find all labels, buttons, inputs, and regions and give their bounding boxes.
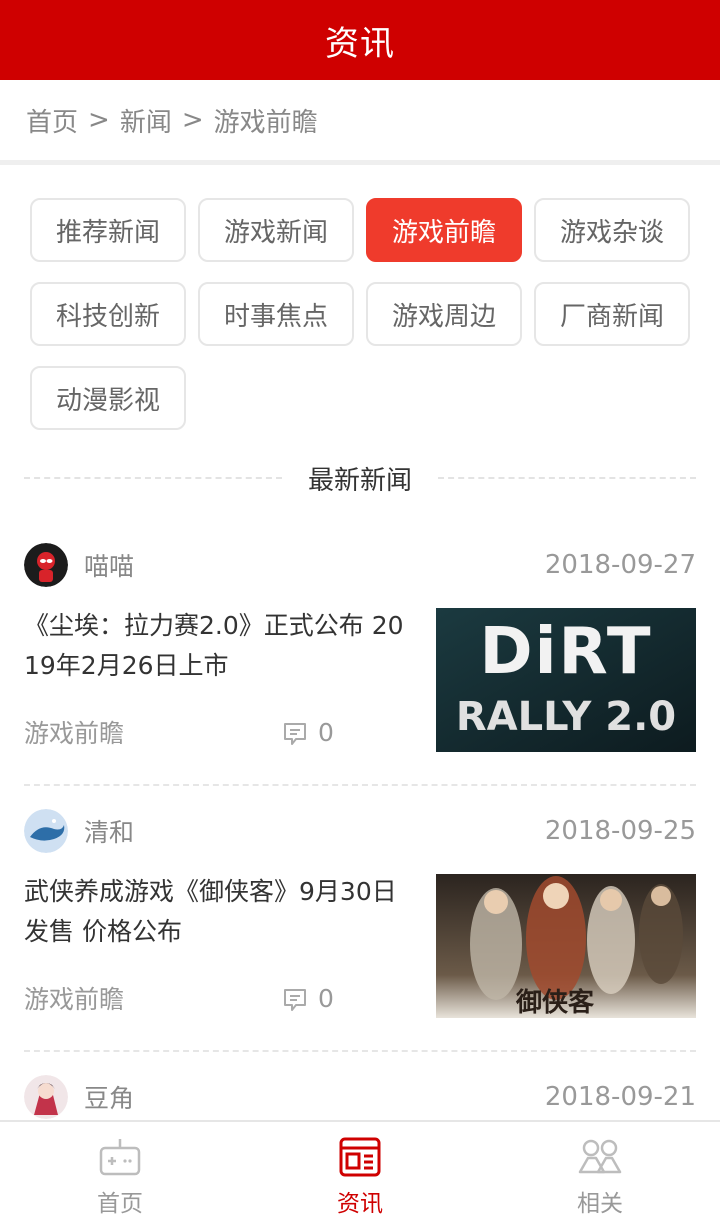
avatar[interactable] (24, 543, 68, 587)
comment-count-value: 0 (318, 718, 334, 747)
category-tag[interactable]: 游戏周边 (366, 282, 522, 346)
tab-label: 首页 (97, 1191, 143, 1217)
news-thumbnail[interactable]: DiRT RALLY 2.0 (436, 608, 696, 752)
news-date: 2018-09-27 (544, 550, 696, 580)
tab-related[interactable]: 相关 (480, 1122, 720, 1232)
breadcrumb-separator: > (88, 105, 110, 135)
news-title[interactable]: 《尘埃：拉力赛2.0》正式公布 2019年2月26日上市 (24, 606, 414, 686)
news-item[interactable]: 清和 2018-09-25 武侠养成游戏《御侠客》9月30日发售 价格公布 游戏… (24, 808, 696, 1028)
author-name: 豆角 (84, 1084, 135, 1113)
category-tag-active[interactable]: 游戏前瞻 (366, 198, 522, 262)
category-tag[interactable]: 厂商新闻 (534, 282, 690, 346)
category-tag[interactable]: 推荐新闻 (30, 198, 186, 262)
breadcrumb-separator: > (181, 105, 204, 135)
tab-label: 资讯 (337, 1191, 383, 1217)
news-meta: 清和 2018-09-25 (24, 808, 696, 854)
news-item[interactable]: 喵喵 2018-09-27 《尘埃：拉力赛2.0》正式公布 2019年2月26日… (24, 542, 696, 762)
breadcrumb-current: 游戏前瞻 (213, 107, 318, 138)
comment-count-value: 0 (318, 984, 334, 1013)
breadcrumb-news[interactable]: 新闻 (120, 102, 172, 139)
section-title: 最新新闻 (308, 465, 413, 496)
thumb-logo-dirt: DiRT (479, 615, 653, 689)
tab-home[interactable]: 首页 (0, 1122, 240, 1232)
author-name: 清和 (84, 818, 135, 847)
item-divider (24, 784, 696, 786)
category-tag[interactable]: 动漫影视 (30, 366, 186, 430)
dashed-line (24, 477, 282, 479)
comment-count: 0 (282, 718, 334, 747)
news-title[interactable]: 武侠养成游戏《御侠客》9月30日发售 价格公布 (24, 872, 414, 952)
item-divider (24, 1050, 696, 1052)
app-header: 资讯 (0, 0, 720, 80)
news-date: 2018-09-21 (544, 1082, 696, 1112)
tab-label: 相关 (577, 1191, 623, 1217)
thumb-logo-rally: RALLY 2.0 (455, 694, 677, 740)
breadcrumb-home[interactable]: 首页 (26, 102, 78, 139)
dashed-line (438, 477, 697, 479)
comment-icon (284, 988, 306, 1011)
comment-icon (284, 722, 306, 745)
bottom-tab-bar: 首页 资讯 相关 (0, 1120, 720, 1232)
category-tag[interactable]: 游戏杂谈 (534, 198, 690, 262)
category-tag[interactable]: 游戏新闻 (198, 198, 354, 262)
news-icon (339, 1137, 381, 1177)
news-date: 2018-09-25 (544, 816, 696, 846)
news-thumbnail[interactable]: 御侠客 (436, 874, 696, 1018)
gamepad-icon (99, 1139, 141, 1176)
thumb-game-title: 御侠客 (516, 988, 595, 1018)
people-icon (578, 1139, 622, 1174)
news-meta: 豆角 2018-09-21 (24, 1074, 696, 1120)
category-tag[interactable]: 科技创新 (30, 282, 186, 346)
tab-news[interactable]: 资讯 (240, 1122, 480, 1232)
avatar[interactable] (24, 809, 68, 853)
news-item[interactable]: 豆角 2018-09-21 (24, 1074, 696, 1120)
avatar[interactable] (24, 1075, 68, 1119)
news-category: 游戏前瞻 (24, 719, 125, 748)
news-meta: 喵喵 2018-09-27 (24, 542, 696, 588)
page-title: 资讯 (325, 23, 395, 64)
comment-count: 0 (282, 984, 334, 1013)
breadcrumb: 首页 > 新闻 > 游戏前瞻 (0, 80, 720, 160)
section-heading: 最新新闻 (24, 458, 697, 498)
divider (0, 160, 720, 165)
news-category: 游戏前瞻 (24, 985, 125, 1014)
author-name: 喵喵 (84, 552, 135, 581)
category-tag[interactable]: 时事焦点 (198, 282, 354, 346)
category-filter: 推荐新闻 游戏新闻 游戏前瞻 游戏杂谈 科技创新 时事焦点 游戏周边 厂商新闻 … (30, 198, 700, 430)
